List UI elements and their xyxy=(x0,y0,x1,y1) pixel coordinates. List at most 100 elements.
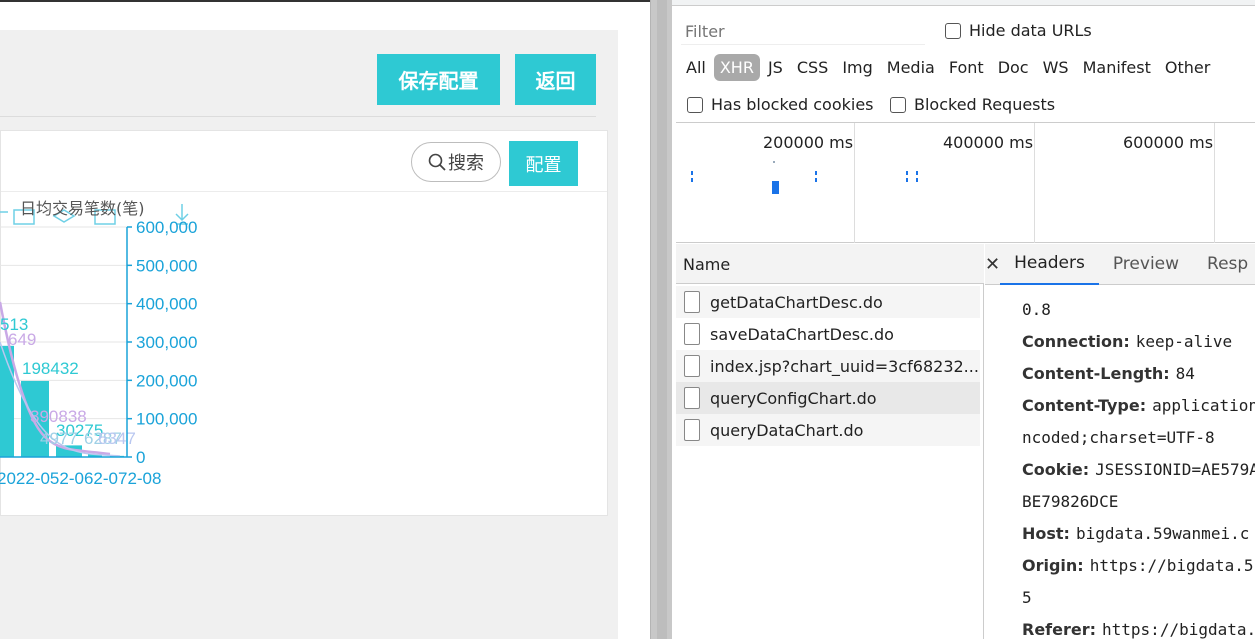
timeline-label: 600000 ms xyxy=(1123,133,1214,152)
request-name: saveDataChartDesc.do xyxy=(710,324,894,344)
request-row[interactable]: index.jsp?chart_uuid=3cf68232... xyxy=(676,350,980,382)
request-row-selected[interactable]: queryConfigChart.do xyxy=(676,382,980,414)
document-icon xyxy=(684,291,700,313)
tab-headers[interactable]: Headers xyxy=(1000,244,1099,285)
has-blocked-cookies-checkbox[interactable]: Has blocked cookies xyxy=(687,95,874,114)
header-key: Cookie: xyxy=(1022,460,1090,479)
blocked-requests-checkbox[interactable]: Blocked Requests xyxy=(890,95,1055,114)
request-name: queryDataChart.do xyxy=(710,420,864,440)
header-value: bigdata.59wanmei.c xyxy=(1075,524,1250,543)
chart: 日均交易笔数(笔) 0 100,000 200,000 300,000 400,000 5… xyxy=(0,199,197,488)
y-axis-labels: 0 100,000 200,000 300,000 400,000 500,000 600,… xyxy=(127,218,197,467)
header-row: Content-Length: 84 xyxy=(1022,364,1195,383)
header-value: ncoded;charset=UTF-8 xyxy=(1022,428,1215,447)
header-value: 0.8 xyxy=(1022,300,1051,319)
config-button[interactable]: 配置 xyxy=(509,141,578,186)
save-config-button[interactable]: 保存配置 xyxy=(377,54,500,105)
back-button[interactable]: 返回 xyxy=(515,54,596,105)
header-key: Referer: xyxy=(1022,620,1097,639)
request-tick xyxy=(691,178,693,182)
type-filter-doc[interactable]: Doc xyxy=(992,54,1035,81)
data-label: 6347 xyxy=(98,429,136,448)
request-tick xyxy=(773,161,775,163)
request-tick xyxy=(906,178,908,182)
data-labels: 513649198432390838302754977 62876347 xyxy=(0,315,136,448)
header-key: Connection: xyxy=(1022,332,1130,351)
header-row: Content-Type: application xyxy=(1022,396,1255,415)
type-filter-js[interactable]: JS xyxy=(762,54,789,81)
top-border xyxy=(0,0,650,2)
checkbox-box[interactable] xyxy=(945,22,961,39)
tab-preview[interactable]: Preview xyxy=(1099,244,1193,285)
request-tick xyxy=(815,178,817,182)
data-label: 649 xyxy=(8,330,36,349)
y-tick-label: 300,000 xyxy=(136,333,197,352)
timeline-divider xyxy=(854,123,855,243)
header-value: 84 xyxy=(1175,364,1195,383)
type-filter-xhr[interactable]: XHR xyxy=(713,54,760,81)
timeline-divider xyxy=(1214,123,1215,243)
type-filter-other[interactable]: Other xyxy=(1159,54,1216,81)
header-value: BE79826DCE xyxy=(1022,492,1119,511)
header-row: Origin: https://bigdata.5 xyxy=(1022,556,1253,575)
type-filter-font[interactable]: Font xyxy=(943,54,990,81)
request-name: queryConfigChart.do xyxy=(710,388,877,408)
splitter-track xyxy=(657,0,667,639)
name-column-header[interactable]: Name xyxy=(676,244,984,284)
header-row: Connection: keep-alive xyxy=(1022,332,1232,351)
detail-tabs: ✕ Headers Preview Resp xyxy=(985,244,1255,285)
y-tick-label: 200,000 xyxy=(136,371,197,390)
y-tick-label: 400,000 xyxy=(136,295,197,314)
y-tick-label: 100,000 xyxy=(136,410,197,429)
hide-data-urls-checkbox[interactable]: Hide data URLs xyxy=(945,21,1092,40)
request-row[interactable]: queryDataChart.do xyxy=(676,414,980,446)
header-value: https://bigdata. xyxy=(1102,620,1255,639)
timeline-label: 200000 ms xyxy=(763,133,854,152)
close-icon[interactable]: ✕ xyxy=(985,254,1000,275)
header-row: 0.8 xyxy=(1022,300,1051,319)
header-divider xyxy=(0,116,596,117)
request-detail-pane: ✕ Headers Preview Resp 0.8 Connection: kee… xyxy=(985,244,1255,639)
type-filter-manifest[interactable]: Manifest xyxy=(1077,54,1157,81)
devtools-network-panel: Hide data URLs AllXHRJSCSSImgMediaFontDo… xyxy=(672,0,1255,639)
header-key: Content-Type: xyxy=(1022,396,1147,415)
checkbox-label: Blocked Requests xyxy=(914,95,1056,114)
search-label: 搜索 xyxy=(448,153,484,174)
header-row: ncoded;charset=UTF-8 xyxy=(1022,428,1215,447)
devtools-resize-handle[interactable] xyxy=(650,0,672,639)
type-filter-ws[interactable]: WS xyxy=(1037,54,1075,81)
request-name: getDataChartDesc.do xyxy=(710,292,883,312)
type-filter-img[interactable]: Img xyxy=(836,54,878,81)
header-key: Origin: xyxy=(1022,556,1084,575)
y-tick-label: 0 xyxy=(136,448,145,467)
timeline-divider xyxy=(1034,123,1035,243)
header-value: keep-alive xyxy=(1135,332,1233,351)
data-label: 4977 xyxy=(40,429,78,448)
header-row: Cookie: JSESSIONID=AE579A xyxy=(1022,460,1255,479)
type-filter-css[interactable]: CSS xyxy=(791,54,834,81)
app-page: 保存配置 返回 搜索 配置 日均交易笔数(笔) 0 100,000 200,00… xyxy=(0,0,650,639)
type-filter-all[interactable]: All xyxy=(680,54,712,81)
checkbox-box[interactable] xyxy=(890,96,906,113)
request-row[interactable]: saveDataChartDesc.do xyxy=(676,318,980,350)
request-list: Name getDataChartDesc.do saveDataChartDe… xyxy=(676,244,984,639)
chart-title: 日均交易笔数(笔) xyxy=(20,199,145,218)
request-row[interactable]: getDataChartDesc.do xyxy=(676,286,980,318)
header-value: application xyxy=(1152,396,1255,415)
document-icon xyxy=(684,323,700,345)
timeline-overview[interactable]: 200000 ms 400000 ms 600000 ms xyxy=(676,122,1255,243)
timeline-label: 400000 ms xyxy=(943,133,1034,152)
header-value: JSESSIONID=AE579A xyxy=(1095,460,1255,479)
search-icon xyxy=(428,153,446,171)
page-right-gutter xyxy=(618,30,650,639)
request-bar xyxy=(772,181,779,194)
search-button[interactable]: 搜索 xyxy=(411,142,501,182)
data-label: 198432 xyxy=(22,359,79,378)
filter-input[interactable] xyxy=(681,18,925,45)
header-key: Content-Length: xyxy=(1022,364,1170,383)
type-filter-media[interactable]: Media xyxy=(881,54,941,81)
checkbox-label: Hide data URLs xyxy=(969,21,1092,40)
request-tick xyxy=(815,171,817,175)
checkbox-box[interactable] xyxy=(687,96,703,113)
tab-response[interactable]: Resp xyxy=(1193,244,1255,285)
